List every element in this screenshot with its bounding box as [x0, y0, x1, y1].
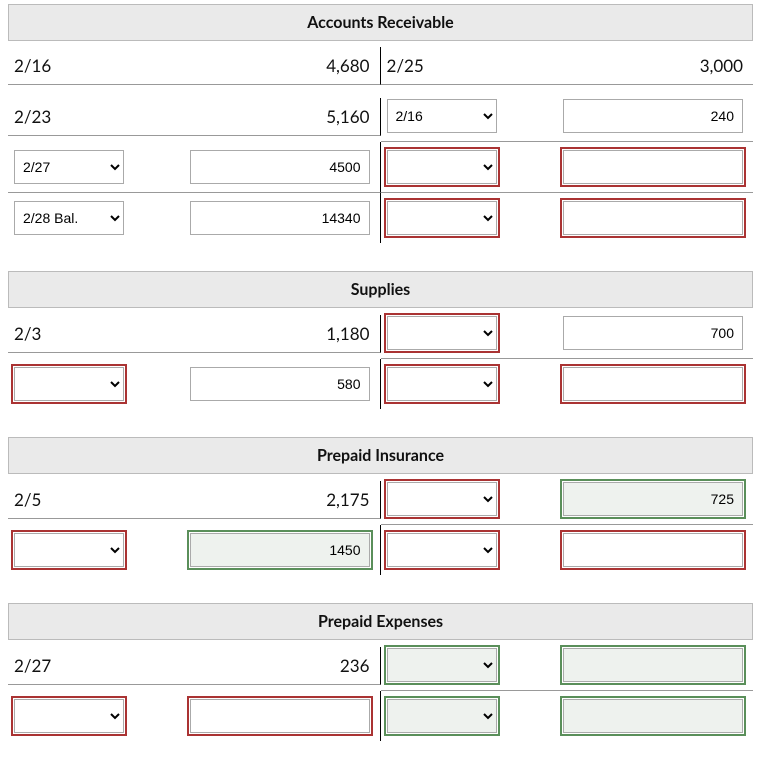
- t-account: Accounts Receivable 2/16 4,680 2/25 3,00…: [8, 4, 753, 243]
- right-amount-input[interactable]: [563, 482, 743, 516]
- debit-side: 2/3 1,180: [8, 315, 381, 353]
- left-date-static: 2/27: [14, 655, 144, 676]
- t-account: Prepaid Insurance 2/5 2,175: [8, 437, 753, 575]
- left-amount-input[interactable]: [190, 150, 370, 184]
- left-amount-input[interactable]: [190, 699, 370, 733]
- right-amount-static: 3,000: [517, 55, 748, 76]
- left-date-select[interactable]: [14, 699, 124, 733]
- debit-side: [8, 691, 381, 741]
- right-date-select[interactable]: [387, 533, 497, 567]
- debit-side: [8, 525, 381, 575]
- right-date-select[interactable]: [387, 316, 497, 350]
- left-date-select[interactable]: 2/28 Bal.: [14, 201, 124, 235]
- left-amount-static: 236: [144, 655, 374, 676]
- ledger-row: [8, 525, 753, 575]
- credit-side: [381, 308, 754, 359]
- debit-side: 2/27: [8, 142, 381, 193]
- right-amount-input[interactable]: [563, 99, 743, 133]
- credit-side: [381, 691, 754, 741]
- right-amount-input[interactable]: [563, 201, 743, 235]
- right-date-select[interactable]: [387, 367, 497, 401]
- credit-side: 2/25 3,000: [381, 47, 754, 85]
- t-account: Prepaid Expenses 2/27 236: [8, 603, 753, 741]
- right-amount-input[interactable]: [563, 316, 743, 350]
- credit-side: [381, 474, 754, 525]
- left-date-static: 2/23: [14, 106, 144, 127]
- right-date-select[interactable]: [387, 482, 497, 516]
- right-amount-input[interactable]: [563, 150, 743, 184]
- right-amount-input[interactable]: [563, 367, 743, 401]
- ledger-row: 2/23 5,160 2/16: [8, 91, 753, 142]
- left-amount-input[interactable]: [190, 201, 370, 235]
- debit-side: 2/27 236: [8, 647, 381, 685]
- debit-side: 2/23 5,160: [8, 98, 381, 136]
- ledger-row: 2/27: [8, 142, 753, 193]
- right-date-select[interactable]: [387, 201, 497, 235]
- left-amount-static: 2,175: [144, 489, 374, 510]
- t-account: Supplies 2/3 1,180: [8, 271, 753, 409]
- left-date-static: 2/16: [14, 55, 144, 76]
- account-title: Prepaid Expenses: [8, 603, 753, 640]
- left-date-static: 2/5: [14, 489, 144, 510]
- credit-side: [381, 359, 754, 409]
- right-date-select[interactable]: [387, 699, 497, 733]
- left-amount-static: 4,680: [144, 55, 374, 76]
- credit-side: [381, 640, 754, 691]
- debit-side: 2/16 4,680: [8, 47, 381, 85]
- ledger-row: 2/27 236: [8, 640, 753, 691]
- left-date-select[interactable]: [14, 533, 124, 567]
- account-title: Prepaid Insurance: [8, 437, 753, 474]
- right-date-select[interactable]: [387, 648, 497, 682]
- left-amount-input[interactable]: [190, 367, 370, 401]
- account-title: Accounts Receivable: [8, 4, 753, 41]
- credit-side: [381, 142, 754, 193]
- ledger-row: 2/3 1,180: [8, 308, 753, 359]
- right-date-select[interactable]: 2/16: [387, 99, 497, 133]
- left-date-select[interactable]: 2/27: [14, 150, 124, 184]
- ledger-row: 2/16 4,680 2/25 3,000: [8, 41, 753, 91]
- right-date-select[interactable]: [387, 150, 497, 184]
- right-amount-input[interactable]: [563, 533, 743, 567]
- left-amount-static: 1,180: [144, 323, 374, 344]
- credit-side: 2/16: [381, 91, 754, 142]
- left-date-select[interactable]: [14, 367, 124, 401]
- credit-side: [381, 193, 754, 243]
- debit-side: 2/5 2,175: [8, 481, 381, 519]
- account-title: Supplies: [8, 271, 753, 308]
- left-amount-static: 5,160: [144, 106, 374, 127]
- ledger-row: 2/5 2,175: [8, 474, 753, 525]
- ledger-row: 2/28 Bal.: [8, 193, 753, 243]
- right-amount-input[interactable]: [563, 648, 743, 682]
- right-date-static: 2/25: [387, 55, 517, 76]
- credit-side: [381, 525, 754, 575]
- left-amount-input[interactable]: [190, 533, 370, 567]
- left-date-static: 2/3: [14, 323, 144, 344]
- debit-side: [8, 359, 381, 409]
- ledger-row: [8, 359, 753, 409]
- right-amount-input[interactable]: [563, 699, 743, 733]
- debit-side: 2/28 Bal.: [8, 193, 381, 243]
- ledger-row: [8, 691, 753, 741]
